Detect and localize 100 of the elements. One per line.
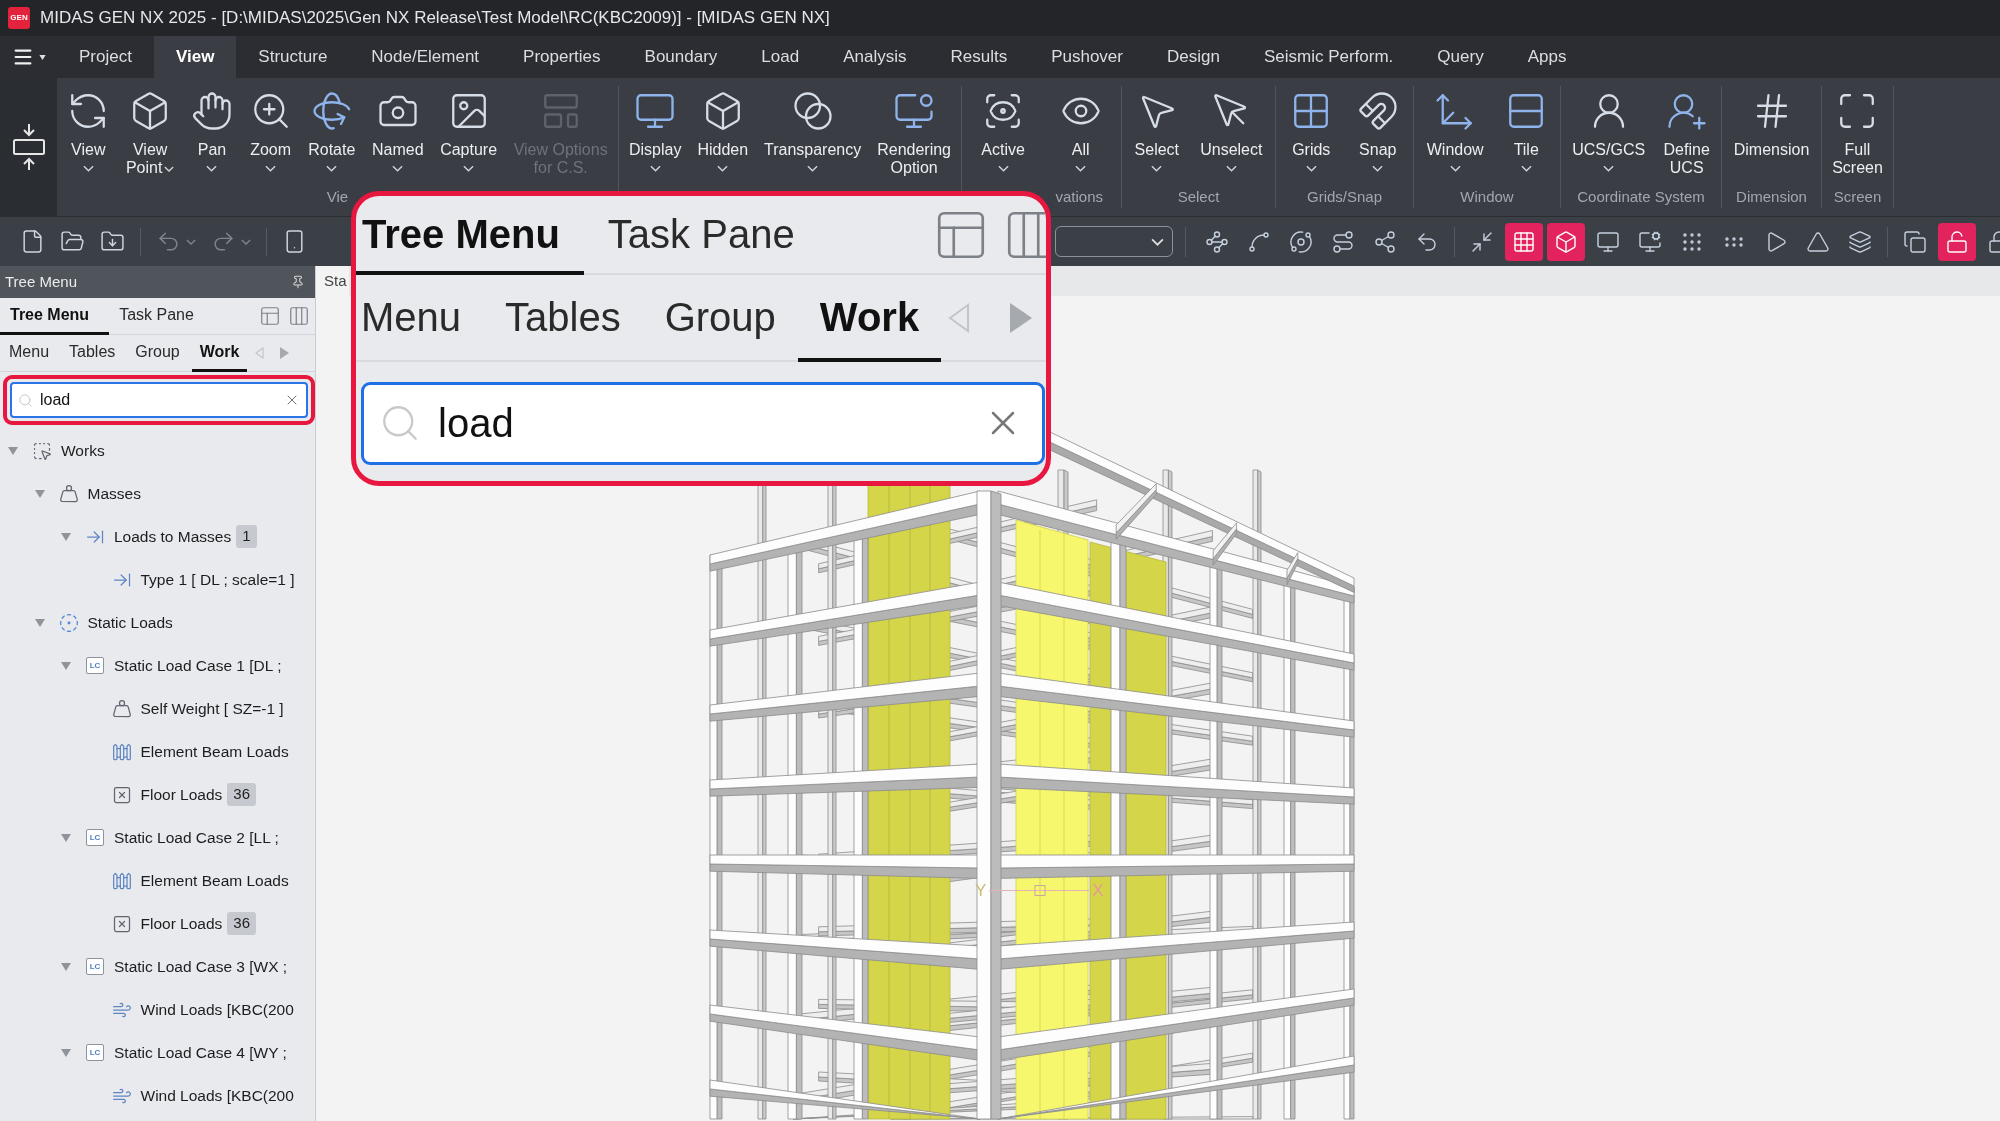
axis-label: Y	[975, 882, 987, 899]
panel-tab[interactable]: Group	[127, 335, 188, 372]
ribbon-tab[interactable]: Design	[1145, 36, 1242, 78]
tree-item[interactable]: Static Loads	[0, 601, 315, 644]
caret-down-icon[interactable]	[61, 532, 71, 541]
panel-tab[interactable]: Tree Menu	[356, 196, 584, 275]
ribbon-button[interactable]: Rendering Option	[876, 90, 952, 177]
count-badge: 36	[227, 912, 257, 935]
group-label: Window	[1460, 186, 1514, 207]
panel-tab[interactable]: Tables	[483, 275, 643, 362]
toolbar-button[interactable]	[1505, 222, 1543, 261]
panel-tab[interactable]: Menu	[356, 275, 484, 362]
ribbon-tab[interactable]: Apps	[1505, 36, 1589, 78]
search-field[interactable]: load	[361, 382, 1045, 465]
panel-tab[interactable]: Work	[797, 275, 942, 362]
caret-down-icon[interactable]	[61, 833, 71, 842]
file-icon	[20, 229, 45, 254]
group-label: Coordinate System	[1577, 186, 1705, 207]
ribbon-button[interactable]: Dimension	[1732, 90, 1811, 159]
tree-item[interactable]: Loads to Masses 1	[0, 515, 315, 558]
tree-item[interactable]: Floor Loads 36	[0, 902, 315, 945]
ribbon-button[interactable]: Grids	[1289, 90, 1334, 172]
ribbon-tab[interactable]: Analysis	[821, 36, 929, 78]
document-tab[interactable]: Sta	[316, 266, 349, 296]
ribbon-button[interactable]: Capture	[439, 90, 499, 172]
panel-tab[interactable]: Task Pane	[109, 298, 204, 335]
caret-icon	[1151, 237, 1164, 246]
pin-icon[interactable]	[291, 275, 305, 289]
group-label: Vie	[326, 186, 349, 207]
ribbon-tab[interactable]: Results	[928, 36, 1030, 78]
ribbon-button[interactable]: Select	[1133, 90, 1181, 172]
ribbon-tab[interactable]: Properties	[501, 36, 623, 78]
caret-down-icon[interactable]	[34, 489, 45, 498]
ribbon-button[interactable]: Define UCS	[1662, 90, 1711, 177]
ribbon-tab[interactable]: Seismic Perform.	[1241, 36, 1416, 78]
load-case-tag: LC	[86, 829, 104, 846]
ribbon-button[interactable]: Window	[1425, 90, 1485, 172]
toolbar-button[interactable]	[1547, 222, 1585, 261]
ribbon-button[interactable]: Full Screen	[1831, 90, 1884, 177]
ribbon-button[interactable]: Transparency	[763, 90, 863, 172]
tree-item[interactable]: Masses	[0, 472, 315, 515]
ribbon-tab[interactable]: Query	[1415, 36, 1506, 78]
arrows-rectangle-icon	[11, 123, 46, 171]
panels-layout-icon[interactable]	[259, 305, 281, 327]
caret-down-icon[interactable]	[61, 1048, 71, 1057]
fit-view-button[interactable]	[0, 78, 57, 216]
ribbon-tab[interactable]: View	[153, 36, 237, 78]
panel-tab[interactable]: Task Pane	[583, 196, 819, 275]
ribbon-tab[interactable]: Project	[57, 36, 154, 78]
panel-tab[interactable]: Work	[191, 335, 248, 372]
folder-arrow-icon	[100, 229, 125, 254]
tree-item[interactable]: Works	[0, 429, 315, 472]
tree-item[interactable]: Element Beam Loads	[0, 859, 315, 902]
ribbon-button[interactable]: View	[66, 90, 111, 172]
panel-tab[interactable]: Tables	[61, 335, 124, 372]
columns-layout-icon[interactable]	[288, 305, 310, 327]
caret-down-icon[interactable]	[8, 446, 18, 455]
toolbar-button[interactable]	[1938, 222, 1976, 261]
weight-icon	[111, 698, 132, 719]
tree-item[interactable]: LC Static Load Case 3 [WX ;	[0, 945, 315, 988]
dropdown-field[interactable]	[1055, 226, 1173, 257]
tree-item[interactable]: Element Beam Loads	[0, 730, 315, 773]
caret-down-icon[interactable]	[61, 661, 71, 670]
panel-tab[interactable]: Menu	[1, 335, 58, 372]
ribbon-button[interactable]: Named	[370, 90, 425, 172]
search-field[interactable]: load	[10, 382, 308, 418]
ribbon-tab[interactable]: Structure	[236, 36, 350, 78]
tree-item[interactable]: LC Static Load Case 2 [LL ;	[0, 816, 315, 859]
tree-item[interactable]: LC Static Load Case 1 [DL ;	[0, 644, 315, 687]
ribbon-tab[interactable]: Node/Element	[349, 36, 502, 78]
ribbon-button[interactable]: Display	[627, 90, 683, 172]
tree-item[interactable]: Floor Loads 36	[0, 773, 315, 816]
ribbon-button[interactable]: Active	[980, 90, 1026, 172]
ribbon-button[interactable]: View Point	[124, 90, 176, 177]
panel-tab[interactable]: Group	[642, 275, 798, 362]
magnet-icon	[1356, 90, 1399, 132]
tree-item[interactable]: Self Weight [ SZ=-1 ]	[0, 687, 315, 730]
fence-icon	[111, 741, 132, 762]
ribbon-tab[interactable]: Boundary	[622, 36, 740, 78]
ribbon-tab[interactable]: Load	[739, 36, 822, 78]
tree-item[interactable]: LC Static Load Case 4 [WY ;	[0, 1031, 315, 1074]
ribbon-button[interactable]: Pan	[190, 90, 234, 172]
caret-down-icon[interactable]	[61, 962, 71, 971]
ribbon-button[interactable]: Tile	[1504, 90, 1549, 172]
ribbon-button[interactable]: Hidden	[696, 90, 750, 172]
tree-item[interactable]: Wind Loads [KBC(200	[0, 1074, 315, 1117]
fence-icon	[111, 870, 132, 891]
ribbon-button[interactable]: Zoom	[248, 90, 293, 172]
caret-down-icon[interactable]	[34, 618, 45, 627]
overlapping-circles-icon	[791, 90, 834, 132]
layers-icon	[1848, 229, 1872, 254]
ribbon-tab[interactable]: Pushover	[1029, 36, 1145, 78]
ribbon-button[interactable]: UCS/GCS	[1571, 90, 1647, 172]
ribbon-button[interactable]: Unselect	[1199, 90, 1264, 172]
tree-item[interactable]: Wind Loads [KBC(200	[0, 988, 315, 1031]
ribbon-button[interactable]: Snap	[1355, 90, 1400, 172]
tree-item[interactable]: Type 1 [ DL ; scale=1 ]	[0, 558, 315, 601]
ribbon-button[interactable]: All	[1058, 90, 1103, 172]
ribbon-button[interactable]: Rotate	[307, 90, 357, 172]
panel-tab[interactable]: Tree Menu	[0, 298, 110, 335]
